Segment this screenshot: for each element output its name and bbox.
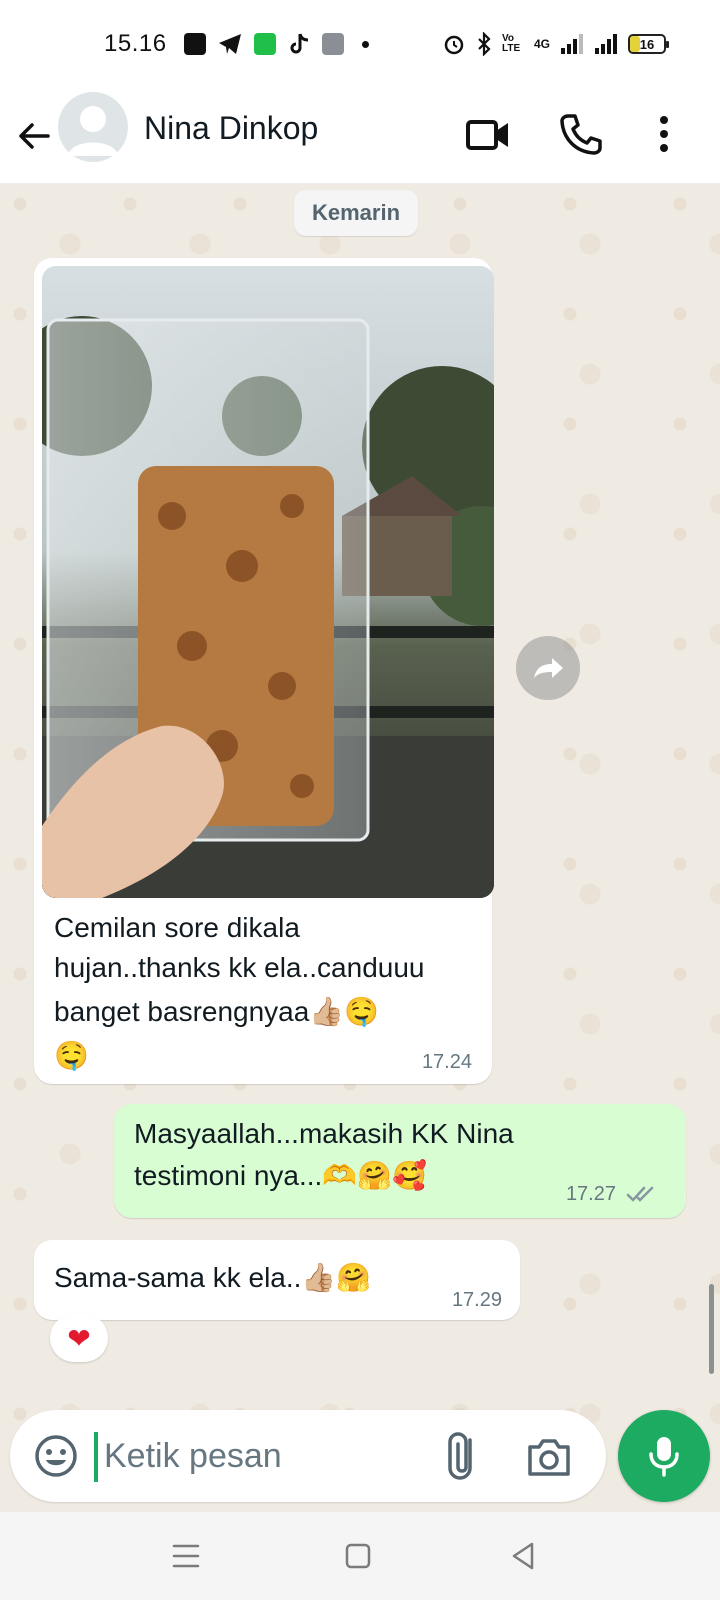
default-avatar-icon xyxy=(68,106,118,156)
alarm-icon xyxy=(444,35,464,55)
message-composer xyxy=(10,1410,606,1502)
message-bubble-incoming[interactable]: Sama-sama kk ela..👍🏼🤗 17.29 xyxy=(34,1240,520,1320)
emoji-icon[interactable] xyxy=(32,1432,80,1480)
bluetooth-icon xyxy=(478,32,491,56)
menu-icon[interactable] xyxy=(166,1536,206,1576)
more-notifications-dot xyxy=(362,40,369,48)
shop-icon xyxy=(184,33,206,55)
message-bubble-incoming[interactable]: Cemilan sore dikala hujan..thanks kk ela… xyxy=(34,258,494,1084)
chat-area[interactable]: Kemarin Cemilan sore dikala hujan..thank… xyxy=(0,184,720,1512)
system-nav-bar xyxy=(0,1512,720,1600)
message-text: Sama-sama kk ela..👍🏼🤗 xyxy=(54,1262,372,1293)
volte-indicator: Vo LTE xyxy=(501,33,521,54)
status-bar: 15.16 Vo LTE 4G 16 xyxy=(0,0,720,88)
paperclip-icon[interactable] xyxy=(438,1430,488,1482)
double-check-icon xyxy=(626,1186,654,1202)
signal-icon xyxy=(561,34,583,54)
contact-name[interactable]: Nina Dinkop xyxy=(144,110,318,147)
avatar[interactable] xyxy=(58,92,128,162)
reaction-heart[interactable]: ❤ xyxy=(50,1314,108,1362)
message-bubble-outgoing[interactable]: Masyaallah...makasih KK Nina testimoni n… xyxy=(114,1104,686,1218)
message-input[interactable] xyxy=(104,1428,424,1484)
tiktok-icon xyxy=(290,33,309,54)
app-icon xyxy=(254,33,276,55)
back-triangle-icon[interactable] xyxy=(504,1536,544,1576)
message-time: 17.24 xyxy=(421,1051,472,1073)
message-photo[interactable] xyxy=(42,266,494,898)
status-time: 15.16 xyxy=(104,30,167,57)
forward-button[interactable] xyxy=(516,636,580,700)
notification-icons xyxy=(184,32,369,56)
video-camera-icon[interactable] xyxy=(464,110,512,158)
date-chip: Kemarin xyxy=(294,190,419,236)
scrollbar[interactable] xyxy=(709,1284,714,1374)
chat-header: Nina Dinkop xyxy=(0,88,720,184)
telegram-icon xyxy=(219,34,241,54)
message-time: 17.27 xyxy=(565,1183,616,1205)
signal-2-icon xyxy=(595,34,617,54)
battery-icon: 16 xyxy=(628,34,669,54)
arrow-left-icon[interactable] xyxy=(14,116,54,156)
camera-icon[interactable] xyxy=(524,1432,574,1482)
settings-app-icon xyxy=(322,33,344,55)
microphone-icon xyxy=(649,1437,679,1477)
phone-icon[interactable] xyxy=(556,110,604,158)
microphone-button[interactable] xyxy=(618,1410,710,1502)
network-type: 4G xyxy=(533,37,550,51)
message-time: 17.29 xyxy=(451,1289,502,1311)
home-square-icon[interactable] xyxy=(338,1536,378,1576)
forward-icon xyxy=(534,658,563,678)
more-vertical-icon[interactable] xyxy=(640,110,688,158)
text-caret xyxy=(94,1432,98,1482)
message-text: Cemilan sore dikala hujan..thanks kk ela… xyxy=(54,912,425,1071)
snack-bag-photo xyxy=(42,266,494,898)
system-icons: Vo LTE 4G 16 xyxy=(442,32,669,56)
